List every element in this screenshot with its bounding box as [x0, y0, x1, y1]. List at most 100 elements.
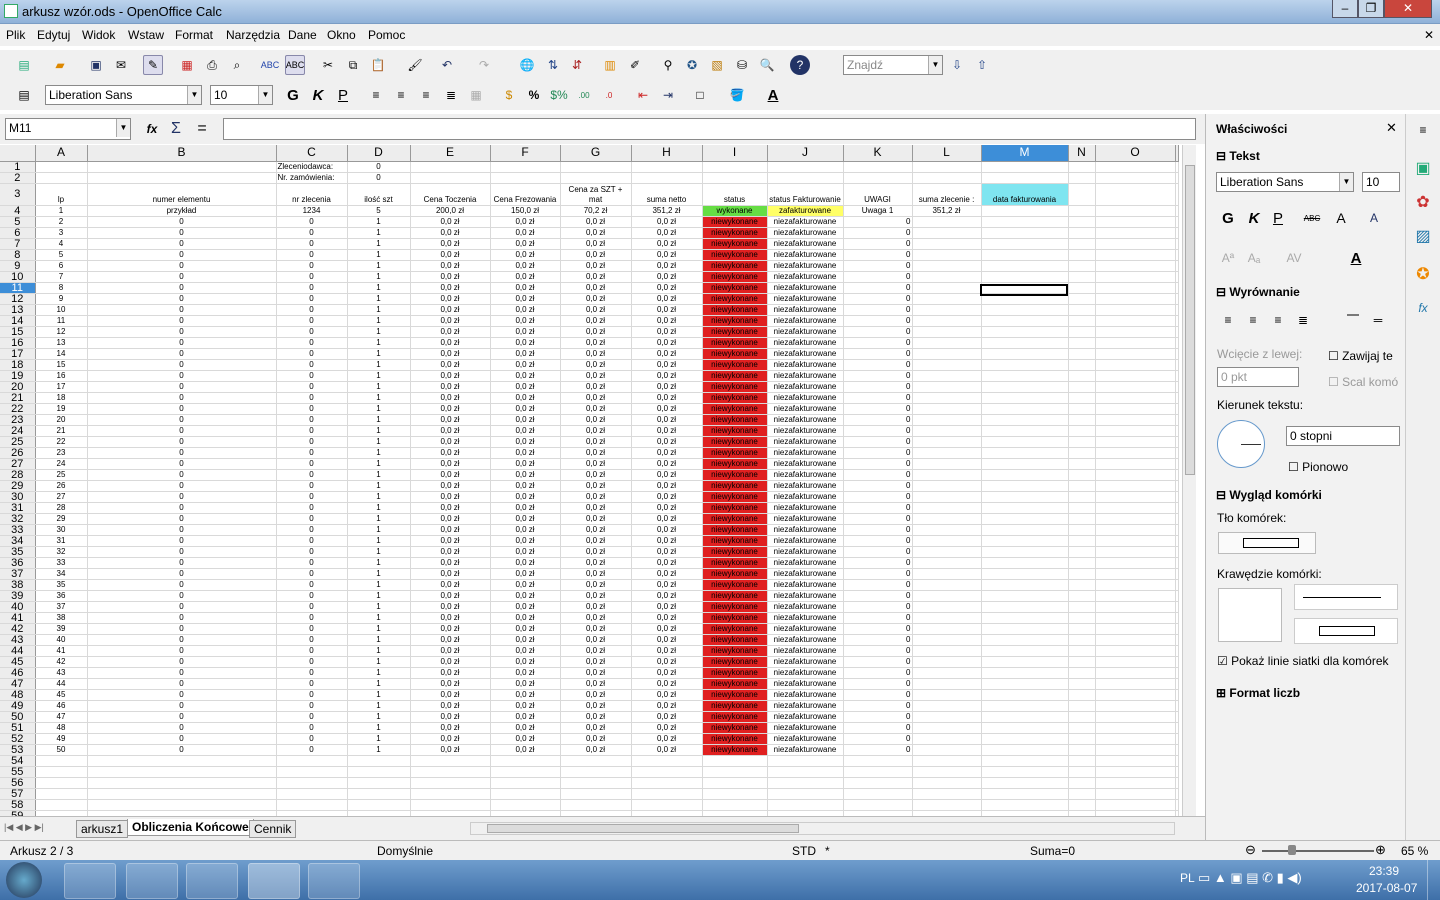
cell-O24[interactable] [1095, 425, 1176, 437]
cell-I32[interactable]: niewykonane [702, 513, 768, 525]
cell-H9[interactable]: 0,0 zł [631, 260, 703, 272]
row-header[interactable]: 25 [0, 436, 36, 448]
cell-extra[interactable] [1175, 535, 1179, 547]
cell-I15[interactable]: niewykonane [702, 326, 768, 338]
cell-I14[interactable]: niewykonane [702, 315, 768, 327]
cell-L50[interactable] [912, 711, 982, 723]
cell-A13[interactable]: 10 [35, 304, 88, 316]
functions-deck-icon[interactable]: fx [1413, 298, 1433, 318]
cell-M54[interactable] [981, 755, 1069, 767]
cell-extra[interactable] [1175, 667, 1179, 679]
bg-color-picker[interactable] [1218, 532, 1316, 554]
cell-F1[interactable] [490, 161, 561, 173]
cell-O56[interactable] [1095, 777, 1176, 789]
cell-H31[interactable]: 0,0 zł [631, 502, 703, 514]
cell-N33[interactable] [1068, 524, 1096, 536]
cell-O44[interactable] [1095, 645, 1176, 657]
column-header-M[interactable]: M [981, 145, 1069, 162]
cell-I10[interactable]: niewykonane [702, 271, 768, 283]
cell-L1[interactable] [912, 161, 982, 173]
cell-N41[interactable] [1068, 612, 1096, 624]
cell-F24[interactable]: 0,0 zł [490, 425, 561, 437]
sidebar-font-color-icon[interactable]: A [1346, 248, 1366, 268]
cell-H50[interactable]: 0,0 zł [631, 711, 703, 723]
redo-icon[interactable]: ↷ [474, 55, 494, 75]
cell-F23[interactable]: 0,0 zł [490, 414, 561, 426]
cell-M20[interactable] [981, 381, 1069, 393]
cell-I2[interactable] [702, 172, 768, 184]
cell-N37[interactable] [1068, 568, 1096, 580]
cell-M30[interactable] [981, 491, 1069, 503]
cell-H8[interactable]: 0,0 zł [631, 249, 703, 261]
cell-G56[interactable] [560, 777, 632, 789]
cell-extra[interactable] [1175, 513, 1179, 525]
cell-B38[interactable]: 0 [87, 579, 277, 591]
cell-O38[interactable] [1095, 579, 1176, 591]
cell-A18[interactable]: 15 [35, 359, 88, 371]
cell-L22[interactable] [912, 403, 982, 415]
spacing-icon[interactable]: AV [1284, 248, 1304, 268]
cell-A45[interactable]: 42 [35, 656, 88, 668]
cell-N44[interactable] [1068, 645, 1096, 657]
cell-N56[interactable] [1068, 777, 1096, 789]
gallery-deck-icon[interactable]: ▨ [1413, 226, 1433, 246]
cell-A53[interactable]: 50 [35, 744, 88, 756]
cell-F56[interactable] [490, 777, 561, 789]
cell-L38[interactable] [912, 579, 982, 591]
cell-C11[interactable]: 0 [276, 282, 348, 294]
cell-J33[interactable]: niezafakturowane [767, 524, 844, 536]
row-header[interactable]: 49 [0, 700, 36, 712]
cell-G35[interactable]: 0,0 zł [560, 546, 632, 558]
cell-G48[interactable]: 0,0 zł [560, 689, 632, 701]
cell-G45[interactable]: 0,0 zł [560, 656, 632, 668]
cell-N55[interactable] [1068, 766, 1096, 778]
close-button[interactable]: ✕ [1384, 0, 1432, 18]
cell-A10[interactable]: 7 [35, 271, 88, 283]
cell-O23[interactable] [1095, 414, 1176, 426]
row-header[interactable]: 53 [0, 744, 36, 756]
cell-H36[interactable]: 0,0 zł [631, 557, 703, 569]
font-dropdown-icon[interactable]: ▼ [187, 86, 201, 104]
cell-J56[interactable] [767, 777, 844, 789]
line-color-picker[interactable] [1294, 618, 1398, 644]
language-indicator[interactable]: PL [1180, 871, 1195, 885]
cell-F49[interactable]: 0,0 zł [490, 700, 561, 712]
cell-A43[interactable]: 40 [35, 634, 88, 646]
cell-D23[interactable]: 1 [347, 414, 411, 426]
menu-dane[interactable]: Dane [288, 28, 317, 42]
cell-L26[interactable] [912, 447, 982, 459]
cell-O18[interactable] [1095, 359, 1176, 371]
cell-G14[interactable]: 0,0 zł [560, 315, 632, 327]
cell-F12[interactable]: 0,0 zł [490, 293, 561, 305]
zoom-out-icon[interactable]: ⊖ [1245, 842, 1256, 858]
cell-J15[interactable]: niezafakturowane [767, 326, 844, 338]
cell-M36[interactable] [981, 557, 1069, 569]
cell-B11[interactable]: 0 [87, 282, 277, 294]
cell-O12[interactable] [1095, 293, 1176, 305]
cell-J31[interactable]: niezafakturowane [767, 502, 844, 514]
cell-M23[interactable] [981, 414, 1069, 426]
cell-J7[interactable]: niezafakturowane [767, 238, 844, 250]
cell-M29[interactable] [981, 480, 1069, 492]
cell-B41[interactable]: 0 [87, 612, 277, 624]
cell-M46[interactable] [981, 667, 1069, 679]
cell-C4[interactable]: 1234 [276, 205, 348, 217]
cell-K22[interactable]: 0 [843, 403, 913, 415]
cell-H25[interactable]: 0,0 zł [631, 436, 703, 448]
row-header[interactable]: 44 [0, 645, 36, 657]
cell-O55[interactable] [1095, 766, 1176, 778]
cell-extra[interactable] [1175, 755, 1179, 767]
cell-F17[interactable]: 0,0 zł [490, 348, 561, 360]
cell-J9[interactable]: niezafakturowane [767, 260, 844, 272]
cell-J4[interactable]: zafakturowane [767, 205, 844, 217]
cell-K17[interactable]: 0 [843, 348, 913, 360]
cell-D49[interactable]: 1 [347, 700, 411, 712]
increase-indent-icon[interactable]: ⇥ [658, 85, 678, 105]
cell-F42[interactable]: 0,0 zł [490, 623, 561, 635]
cell-K29[interactable]: 0 [843, 480, 913, 492]
cell-H21[interactable]: 0,0 zł [631, 392, 703, 404]
cell-A20[interactable]: 17 [35, 381, 88, 393]
cell-extra[interactable] [1175, 568, 1179, 580]
cell-B55[interactable] [87, 766, 277, 778]
cell-J23[interactable]: niezafakturowane [767, 414, 844, 426]
